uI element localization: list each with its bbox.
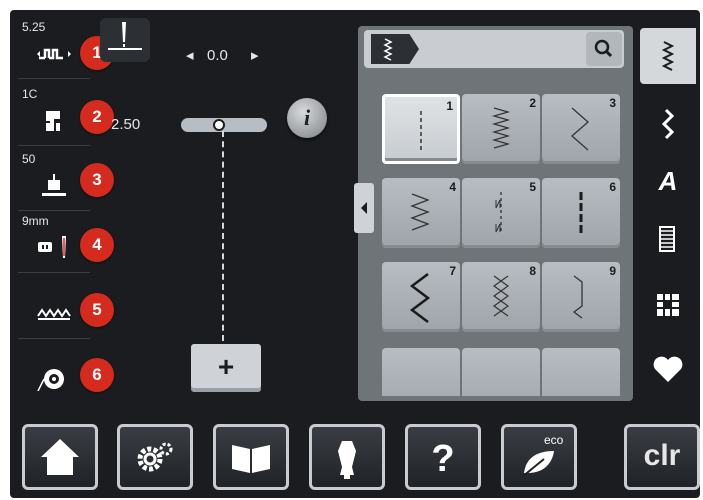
quilt-stitches-button[interactable] xyxy=(640,277,696,333)
needle-right-arrow-icon[interactable]: ▸ xyxy=(251,46,259,64)
bold-zigzag-icon xyxy=(409,273,431,323)
search-icon xyxy=(594,39,613,58)
stitch-tile-partial[interactable] xyxy=(542,348,620,396)
personal-program-button[interactable] xyxy=(640,340,696,396)
honeycomb-stitch-icon xyxy=(492,275,510,317)
needle-position-button[interactable] xyxy=(100,18,150,62)
needle-left-arrow-icon[interactable]: ◂ xyxy=(186,46,194,64)
sewing-machine-screen: 5.25 1C 50 9mm 1 2 3 4 5 6 ◂ 0.0 ▸ 2.50 … xyxy=(0,0,703,500)
badge-6: 6 xyxy=(80,358,114,392)
badge-3: 3 xyxy=(80,163,114,197)
needle-position-value: 0.0 xyxy=(207,47,228,64)
stitch-tile-8[interactable]: 8 xyxy=(462,262,540,332)
stitch-length-value: 2.50 xyxy=(111,116,141,133)
blind-hem-icon xyxy=(572,275,583,319)
stitch-num-9: 9 xyxy=(609,264,616,278)
dense-zigzag-icon xyxy=(491,107,511,149)
stitch-category-tag[interactable] xyxy=(371,34,419,64)
practical-stitches-button[interactable] xyxy=(640,28,696,84)
stitch-num-7: 7 xyxy=(449,264,456,278)
badge-2: 2 xyxy=(80,100,114,134)
presser-foot-indicator-icon xyxy=(46,111,60,131)
stitch-tile-9[interactable]: 9 xyxy=(542,262,620,332)
wide-zigzag-icon xyxy=(571,107,589,151)
presser-foot-pressure-value: 50 xyxy=(22,152,36,166)
three-step-zigzag-icon xyxy=(410,193,430,231)
quilt-stitches-icon xyxy=(657,294,679,316)
stitch-tile-partial[interactable] xyxy=(382,348,460,396)
stitch-tag-icon xyxy=(383,38,393,61)
help-icon: ? xyxy=(431,438,454,480)
heart-icon xyxy=(653,356,683,382)
svg-text:?: ? xyxy=(431,438,454,480)
needle-icon xyxy=(108,22,142,50)
buttonholes-button[interactable] xyxy=(640,211,696,267)
stitch-tile-3[interactable]: 3 xyxy=(542,94,620,164)
stitch-width-icon xyxy=(37,48,71,60)
feed-dog-icon xyxy=(37,308,71,320)
stitch-width-button[interactable]: 5.25 xyxy=(18,18,90,79)
tutorial-icon xyxy=(232,445,270,473)
stitch-tile-1[interactable]: 1 xyxy=(382,94,460,164)
home-icon xyxy=(41,439,79,475)
stitch-tile-5[interactable]: 5 xyxy=(462,178,540,248)
presser-foot-pressure-icon xyxy=(42,174,66,196)
home-button[interactable] xyxy=(22,424,98,490)
slider-knob[interactable] xyxy=(213,119,225,131)
bar-stitch-icon xyxy=(495,192,502,234)
category-panel: A xyxy=(640,18,696,405)
help-button[interactable]: ? xyxy=(405,424,481,490)
needle-plate-icon xyxy=(38,236,66,258)
stitch-tile-7[interactable]: 7 xyxy=(382,262,460,332)
eco-label: eco xyxy=(544,433,564,447)
eco-button[interactable]: eco xyxy=(501,424,577,490)
stitch-width-value: 5.25 xyxy=(22,20,46,34)
stitch-tile-4[interactable]: 4 xyxy=(382,178,460,248)
tutorial-button[interactable] xyxy=(213,424,289,490)
collapse-arrow-icon xyxy=(361,202,367,214)
stitch-preview-line xyxy=(222,131,224,341)
sewing-consultant-button[interactable] xyxy=(309,424,385,490)
svg-text:A: A xyxy=(658,166,678,196)
sewing-consultant-icon xyxy=(338,441,356,479)
stitch-num-1: 1 xyxy=(446,99,453,113)
stitch-num-2: 2 xyxy=(529,96,536,110)
badge-4: 4 xyxy=(80,228,114,262)
stitch-tile-6[interactable]: 6 xyxy=(542,178,620,248)
stitch-num-3: 3 xyxy=(609,96,616,110)
clear-button[interactable]: clr xyxy=(624,424,700,490)
search-button[interactable] xyxy=(586,32,622,66)
settings-button[interactable] xyxy=(117,424,193,490)
stitch-num-4: 4 xyxy=(449,180,456,194)
decorative-stitches-button[interactable] xyxy=(640,94,696,150)
stitch-tile-partial[interactable] xyxy=(462,348,540,396)
stitch-tile-2[interactable]: 2 xyxy=(462,94,540,164)
stitch-num-8: 8 xyxy=(529,264,536,278)
alphabets-icon: A xyxy=(658,166,678,196)
alphabets-button[interactable]: A xyxy=(640,152,696,208)
needle-size-value: 9mm xyxy=(22,214,49,228)
plus-label: + xyxy=(217,351,235,382)
bottom-toolbar: ? eco clr xyxy=(18,420,700,496)
stitch-num-5: 5 xyxy=(529,180,536,194)
badge-5: 5 xyxy=(80,293,114,327)
bobbin-thread-icon xyxy=(37,369,64,391)
plus-button[interactable]: + xyxy=(188,341,264,395)
presser-foot-value: 1C xyxy=(22,87,38,101)
settings-icon xyxy=(137,442,173,472)
buttonholes-icon xyxy=(659,226,675,252)
practical-stitches-icon xyxy=(661,41,675,71)
eco-leaf-icon xyxy=(521,451,554,478)
info-button[interactable]: i xyxy=(287,98,327,138)
stitch-num-6: 6 xyxy=(609,180,616,194)
decorative-stitches-icon xyxy=(661,108,675,140)
panel-collapse-handle[interactable] xyxy=(354,183,374,233)
triple-straight-icon xyxy=(579,192,583,236)
stitch-grid: 1 2 3 4 5 6 7 8 9 xyxy=(374,86,624,396)
